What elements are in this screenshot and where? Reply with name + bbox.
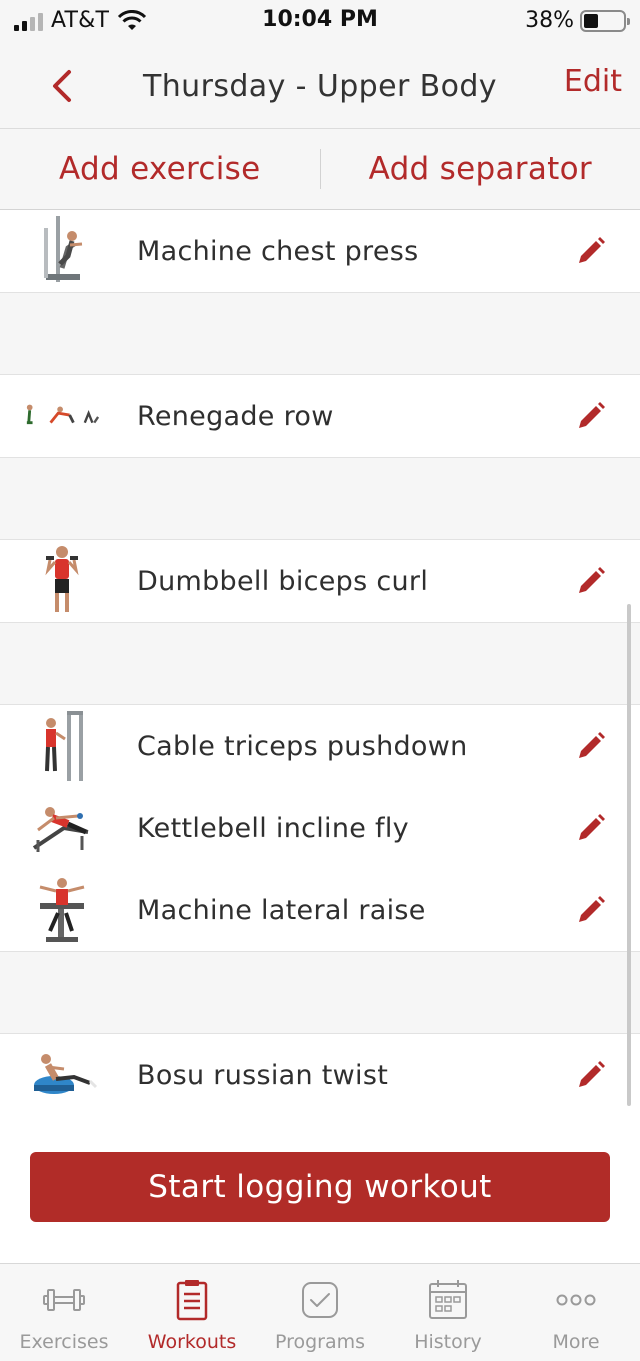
exercise-thumbnail — [24, 379, 100, 453]
tab-label: Workouts — [147, 1331, 237, 1353]
page-title: Thursday - Upper Body — [143, 68, 497, 104]
exercise-list: Machine chest press Renegade row Dumbbel… — [0, 210, 640, 1117]
tab-programs[interactable]: Programs — [256, 1264, 384, 1361]
separator — [0, 952, 640, 1033]
exercise-name: Bosu russian twist — [137, 1059, 389, 1091]
exercise-name: Machine chest press — [137, 235, 419, 267]
chest-press-machine-icon — [44, 216, 83, 282]
exercise-thumbnail — [24, 1038, 100, 1112]
back-button[interactable] — [40, 64, 84, 108]
exercise-group: Renegade row — [0, 374, 640, 458]
navigation-bar: Thursday - Upper Body Edit — [0, 44, 640, 128]
tab-label: Programs — [274, 1331, 366, 1353]
exercise-thumbnail — [24, 214, 100, 288]
exercise-name: Renegade row — [137, 400, 334, 432]
lateral-raise-machine-icon — [39, 878, 85, 942]
clipboard-icon — [176, 1280, 208, 1321]
exercise-name: Kettlebell incline fly — [137, 812, 409, 844]
checkbox-icon — [302, 1282, 338, 1318]
tab-exercises[interactable]: Exercises — [0, 1264, 128, 1361]
exercise-row[interactable]: Renegade row — [0, 375, 640, 457]
tab-more[interactable]: More — [512, 1264, 640, 1361]
exercise-thumbnail — [24, 873, 100, 947]
bosu-twist-icon — [34, 1054, 98, 1094]
edit-pencil-icon[interactable] — [576, 566, 606, 596]
separator — [0, 293, 640, 374]
tab-bar: Exercises Workouts Programs History More — [0, 1263, 640, 1361]
edit-pencil-icon[interactable] — [576, 1060, 606, 1090]
exercise-row[interactable]: Machine lateral raise — [0, 869, 640, 951]
edit-pencil-icon[interactable] — [576, 895, 606, 925]
edit-pencil-icon[interactable] — [576, 236, 606, 266]
add-separator-button[interactable]: Add separator — [321, 151, 640, 187]
calendar-icon — [429, 1280, 467, 1319]
exercise-row[interactable]: Kettlebell incline fly — [0, 787, 640, 869]
tab-workouts[interactable]: Workouts — [128, 1264, 256, 1361]
more-dots-icon — [556, 1294, 596, 1306]
tab-history[interactable]: History — [384, 1264, 512, 1361]
edit-pencil-icon[interactable] — [576, 813, 606, 843]
separator — [0, 458, 640, 539]
renegade-row-icon — [26, 404, 100, 425]
exercise-group: Bosu russian twist — [0, 1033, 640, 1117]
exercise-group: Cable triceps pushdown Kettlebell inclin… — [0, 704, 640, 952]
exercise-thumbnail — [24, 544, 100, 618]
exercise-name: Dumbbell biceps curl — [137, 565, 429, 597]
exercise-row[interactable]: Bosu russian twist — [0, 1034, 640, 1116]
action-bar: Add exercise Add separator — [0, 128, 640, 210]
edit-pencil-icon[interactable] — [576, 401, 606, 431]
exercise-thumbnail — [24, 709, 100, 783]
tab-label: History — [414, 1331, 482, 1353]
exercise-thumbnail — [24, 791, 100, 865]
exercise-row[interactable]: Cable triceps pushdown — [0, 705, 640, 787]
tab-label: More — [552, 1331, 600, 1353]
edit-button[interactable]: Edit — [564, 64, 622, 99]
bottom-panel: Start logging workout — [0, 1113, 640, 1263]
start-logging-workout-button[interactable]: Start logging workout — [30, 1152, 610, 1222]
scrollbar[interactable] — [627, 604, 631, 1106]
status-right: 38% — [525, 8, 630, 33]
exercise-name: Machine lateral raise — [137, 894, 426, 926]
battery-icon — [580, 9, 630, 32]
edit-pencil-icon[interactable] — [576, 731, 606, 761]
incline-fly-icon — [32, 807, 89, 852]
dumbbell-icon — [43, 1289, 85, 1311]
add-exercise-button[interactable]: Add exercise — [0, 151, 320, 187]
exercise-name: Cable triceps pushdown — [137, 730, 468, 762]
exercise-group: Machine chest press — [0, 210, 640, 293]
exercise-row[interactable]: Machine chest press — [0, 210, 640, 292]
cable-pushdown-icon — [45, 711, 83, 781]
biceps-curl-icon — [45, 546, 79, 612]
tab-label: Exercises — [19, 1331, 109, 1353]
separator — [0, 623, 640, 704]
chevron-left-icon — [53, 70, 71, 102]
exercise-group: Dumbbell biceps curl — [0, 539, 640, 623]
battery-percentage: 38% — [525, 8, 574, 33]
exercise-row[interactable]: Dumbbell biceps curl — [0, 540, 640, 622]
status-bar: AT&T 10:04 PM 38% — [0, 0, 640, 44]
